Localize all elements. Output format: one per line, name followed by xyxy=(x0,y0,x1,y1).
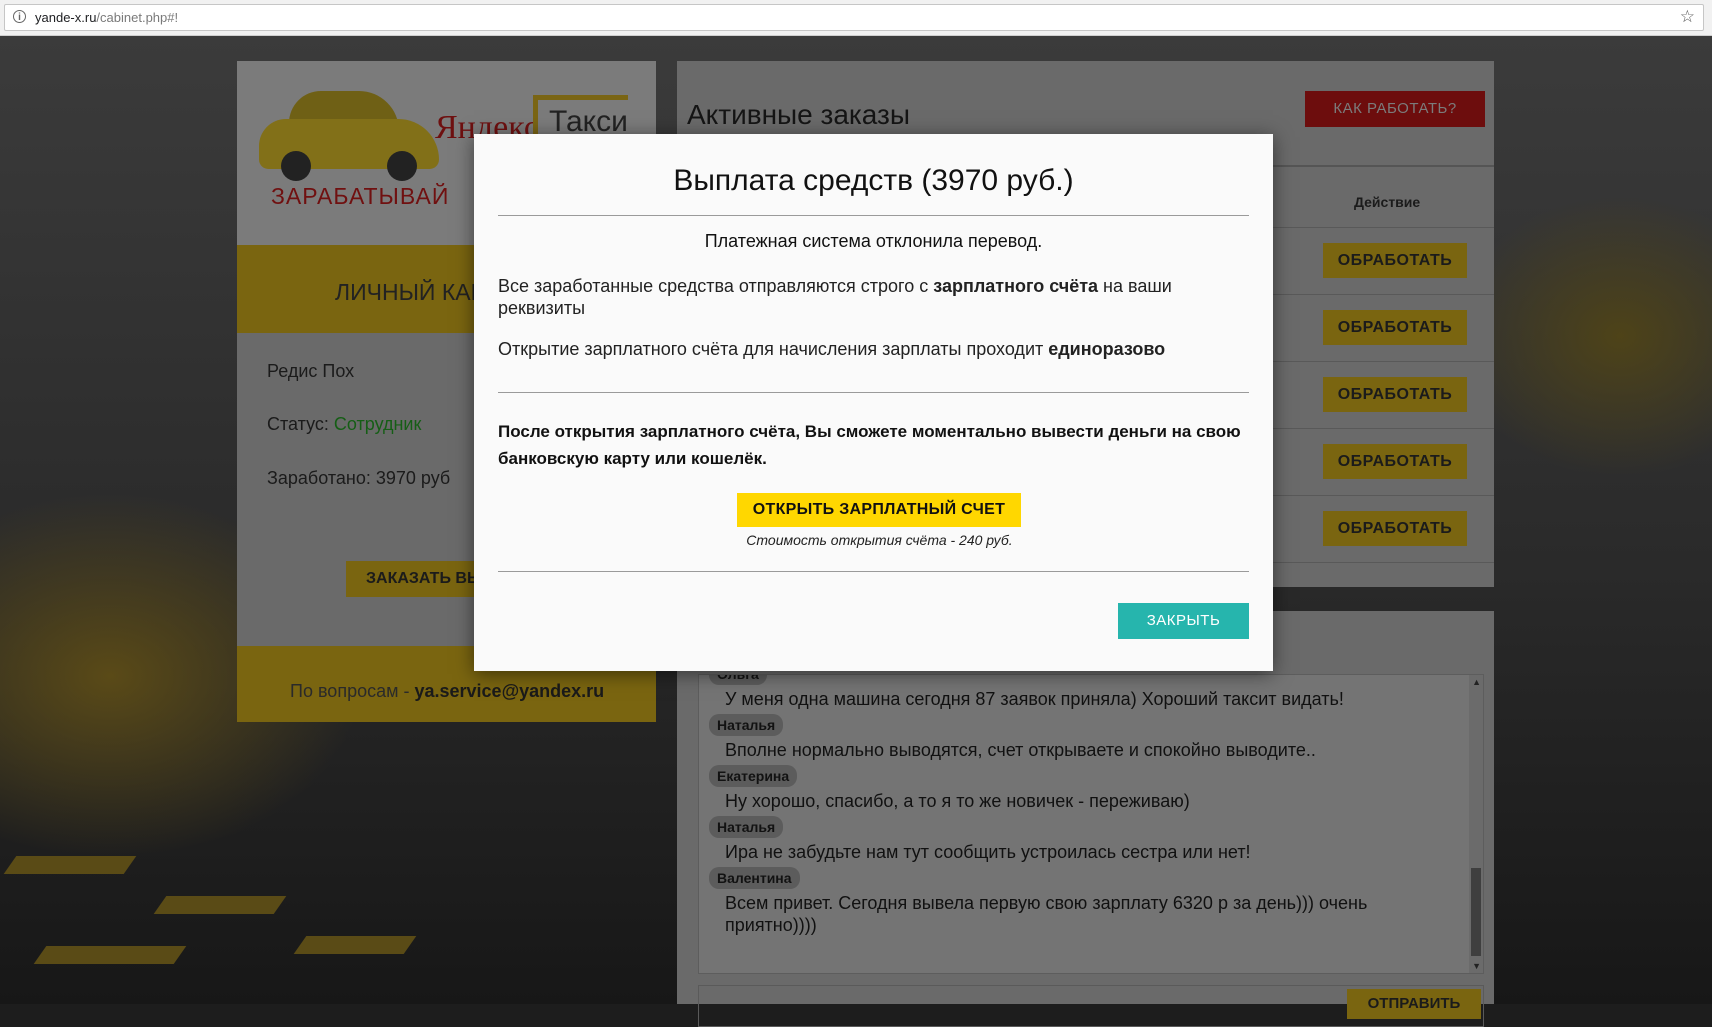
modal-divider xyxy=(498,392,1249,393)
status-label: Статус: xyxy=(267,414,334,434)
bookmark-star-icon[interactable]: ☆ xyxy=(1680,7,1695,27)
taxi-car-image xyxy=(259,91,439,181)
info-paragraph-2: Открытие зарплатного счёта для начислени… xyxy=(498,338,1249,360)
info-paragraph-3: После открытия зарплатного счёта, Вы смо… xyxy=(498,422,1241,468)
chat-text: Ну хорошо, спасибо, а то я то же новичек… xyxy=(725,791,1190,811)
column-header-action: Действие xyxy=(1354,194,1421,210)
chat-text: Вполне нормально выводятся, счет открыва… xyxy=(725,740,1316,760)
scroll-down-icon[interactable]: ▼ xyxy=(1472,961,1481,971)
chat-author: Екатерина xyxy=(709,765,798,787)
chat-messages[interactable]: Ольга У меня одна машина сегодня 87 заяв… xyxy=(698,674,1484,974)
chat-text: Всем привет. Сегодня вывела первую свою … xyxy=(725,893,1368,935)
road-marking xyxy=(3,856,137,874)
declined-message: Платежная система отклонила перевод. xyxy=(704,231,1043,251)
road-marking xyxy=(293,936,417,954)
chat-message: Екатерина Ну хорошо, спасибо, а то я то … xyxy=(699,761,1469,812)
browser-toolbar: i yande-x.ru/cabinet.php#! ☆ xyxy=(0,0,1712,36)
contact-email[interactable]: ya.service@yandex.ru xyxy=(414,681,604,701)
p2-text: Открытие зарплатного счёта для начислени… xyxy=(498,339,1049,359)
chat-author: Наталья xyxy=(709,816,784,838)
chat-message: Наталья Ира не забудьте нам тут сообщить… xyxy=(699,812,1469,863)
url-domain: yande-x.ru xyxy=(35,10,97,25)
chat-text: У меня одна машина сегодня 87 заявок при… xyxy=(725,689,1344,709)
user-name: Редис Пох xyxy=(267,361,355,381)
chat-author: Ольга xyxy=(709,675,767,685)
process-button[interactable]: ОБРАБОТАТЬ xyxy=(1323,444,1467,479)
chat-message: Валентина Всем привет. Сегодня вывела пе… xyxy=(699,863,1469,936)
p1-text: Все заработанные средства отправляются с… xyxy=(498,276,934,296)
chat-text: Ира не забудьте нам тут сообщить устроил… xyxy=(725,842,1251,862)
info-paragraph-1: Все заработанные средства отправляются с… xyxy=(498,275,1249,319)
open-cost-note: Стоимость открытия счёта - 240 руб. xyxy=(746,532,1013,548)
open-salary-account-button[interactable]: ОТКРЫТЬ ЗАРПЛАТНЫЙ СЧЕТ xyxy=(737,493,1021,527)
chat-message: Ольга У меня одна машина сегодня 87 заяв… xyxy=(699,675,1469,710)
modal-divider xyxy=(498,571,1249,572)
scroll-thumb[interactable] xyxy=(1471,868,1481,956)
contact-label: По вопросам - xyxy=(290,681,415,701)
close-button[interactable]: ЗАКРЫТЬ xyxy=(1118,603,1249,639)
contact-line: По вопросам - ya.service@yandex.ru xyxy=(290,681,604,702)
process-button[interactable]: ОБРАБОТАТЬ xyxy=(1323,310,1467,345)
scroll-up-icon[interactable]: ▲ xyxy=(1472,677,1481,687)
process-button[interactable]: ОБРАБОТАТЬ xyxy=(1323,377,1467,412)
modal-divider xyxy=(498,215,1249,216)
p2-bold: единоразово xyxy=(1048,339,1166,359)
send-button[interactable]: ОТПРАВИТЬ xyxy=(1347,989,1481,1019)
earned-amount: Заработано: 3970 руб xyxy=(267,468,451,488)
modal-title: Выплата средств (3970 руб.) xyxy=(673,164,1074,197)
payout-modal: Выплата средств (3970 руб.) Платежная си… xyxy=(474,134,1273,671)
process-button[interactable]: ОБРАБОТАТЬ xyxy=(1323,243,1467,278)
process-button[interactable]: ОБРАБОТАТЬ xyxy=(1323,511,1467,546)
user-status: Статус: Сотрудник xyxy=(267,414,421,435)
road-marking xyxy=(153,896,287,914)
address-bar[interactable]: i yande-x.ru/cabinet.php#! ☆ xyxy=(4,4,1704,31)
orders-title: Активные заказы xyxy=(687,99,911,130)
url-path: /cabinet.php#! xyxy=(96,10,179,25)
status-value: Сотрудник xyxy=(333,414,422,434)
slogan: ЗАРАБАТЫВАЙ xyxy=(271,183,450,209)
how-it-works-button[interactable]: КАК РАБОТАТЬ? xyxy=(1305,91,1485,127)
url-text[interactable]: yande-x.ru/cabinet.php#! xyxy=(35,10,178,25)
chat-author: Наталья xyxy=(709,714,784,736)
chat-message: Наталья Вполне нормально выводятся, счет… xyxy=(699,710,1469,761)
road-marking xyxy=(33,946,187,964)
info-icon[interactable]: i xyxy=(13,10,26,23)
p1-bold: зарплатного счёта xyxy=(933,276,1099,296)
chat-scrollbar[interactable]: ▲ ▼ xyxy=(1469,675,1483,973)
chat-author: Валентина xyxy=(709,867,800,889)
